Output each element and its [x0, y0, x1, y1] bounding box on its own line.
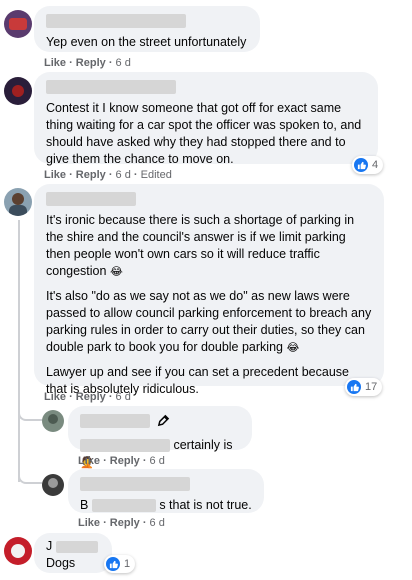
author-prefix: J — [46, 539, 53, 553]
reaction-count: 1 — [124, 558, 131, 570]
reply-link[interactable]: Reply — [110, 517, 140, 529]
reply-bubble: B s that is not true. — [68, 469, 264, 513]
reply-text: certainly is — [173, 438, 233, 452]
reply-link[interactable]: Reply — [76, 169, 106, 181]
laughing-emoji: 😂 — [286, 342, 300, 354]
avatar[interactable] — [42, 474, 64, 496]
author-name-redacted — [46, 14, 186, 28]
like-icon — [354, 158, 368, 172]
comment-actions: Like · Reply · 6 d · Edited — [44, 169, 172, 181]
reply-link[interactable]: Reply — [110, 455, 140, 467]
avatar[interactable] — [42, 410, 64, 432]
comment-bubble: It's ironic because there is such a shor… — [34, 184, 384, 396]
thread-connector — [18, 405, 42, 421]
author-name-redacted — [55, 540, 98, 553]
avatar-image-body — [9, 205, 27, 216]
comment-bubble: Contest it I know someone that got off f… — [34, 72, 378, 166]
author-name-redacted — [80, 477, 190, 491]
comment-actions: Like · Reply · 6 d — [44, 391, 131, 403]
timestamp[interactable]: 6 d — [116, 57, 131, 69]
comment-actions: Like · Reply · 6 d — [44, 57, 131, 69]
reaction-badge[interactable]: 17 — [345, 378, 383, 396]
avatar-image — [11, 544, 25, 558]
like-link[interactable]: Like — [44, 57, 66, 69]
reply-link[interactable]: Reply — [76, 57, 106, 69]
mention-redacted — [80, 439, 170, 453]
reaction-badge[interactable]: 1 — [104, 555, 136, 573]
thread-line — [18, 220, 20, 482]
like-link[interactable]: Like — [78, 517, 100, 529]
reply-actions: Like · Reply · 6 d — [78, 455, 165, 467]
like-icon — [106, 557, 120, 571]
comment-bubble: J Dogs — [34, 533, 112, 573]
timestamp[interactable]: 6 d — [150, 517, 165, 529]
reply-bubble: certainly is 🤦 — [68, 406, 252, 469]
author-name-redacted — [80, 414, 150, 428]
reaction-count: 17 — [365, 381, 378, 393]
comment-paragraph: It's ironic because there is such a shor… — [46, 213, 355, 278]
reaction-count: 4 — [372, 159, 379, 171]
like-link[interactable]: Like — [44, 391, 66, 403]
avatar[interactable] — [4, 10, 32, 38]
reply-text-prefix: B — [80, 498, 89, 512]
avatar-image — [12, 85, 24, 97]
laughing-emoji: 😂 — [109, 266, 123, 278]
edited-label: Edited — [140, 169, 172, 181]
author-name-redacted — [46, 192, 136, 206]
avatar-image — [9, 18, 27, 30]
comment-text: Dogs — [46, 556, 76, 570]
reply-link[interactable]: Reply — [76, 391, 106, 403]
comment-paragraph: It's also "do as we say not as we do" as… — [46, 289, 372, 354]
timestamp[interactable]: 6 d — [116, 391, 131, 403]
timestamp[interactable]: 6 d — [150, 455, 165, 467]
reaction-badge[interactable]: 4 — [352, 156, 384, 174]
avatar[interactable] — [4, 537, 32, 565]
pen-icon — [157, 414, 170, 432]
reply-actions: Like · Reply · 6 d — [78, 517, 165, 529]
avatar-image — [48, 414, 58, 424]
like-link[interactable]: Like — [78, 455, 100, 467]
thread-connector — [18, 468, 42, 484]
like-icon — [347, 380, 361, 394]
comment-bubble: Yep even on the street unfortunately — [34, 6, 260, 52]
avatar[interactable] — [4, 77, 32, 105]
timestamp[interactable]: 6 d — [116, 169, 131, 181]
reply-text: s that is not true. — [159, 498, 252, 512]
comment-text: Contest it I know someone that got off f… — [46, 101, 362, 166]
author-name-redacted — [46, 80, 176, 94]
like-link[interactable]: Like — [44, 169, 66, 181]
redacted-text — [91, 499, 156, 513]
comment-text: Yep even on the street unfortunately — [46, 35, 247, 49]
avatar-image — [48, 478, 58, 488]
avatar-image — [12, 193, 24, 205]
avatar[interactable] — [4, 188, 32, 216]
